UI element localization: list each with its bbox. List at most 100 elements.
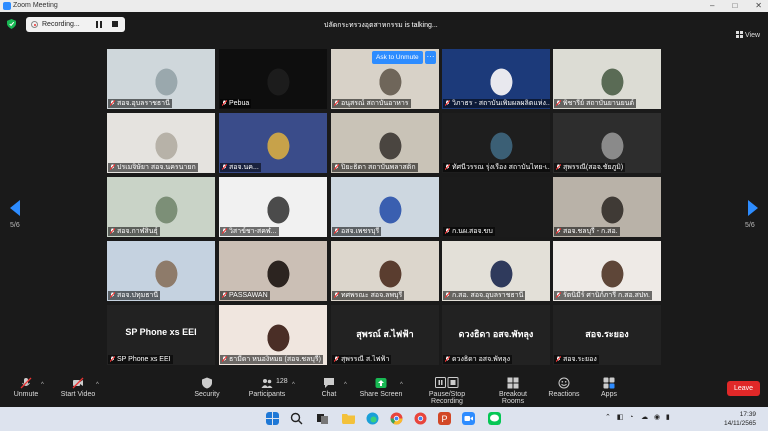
task-view-icon[interactable]	[316, 412, 329, 425]
participant-tile[interactable]: สุพรณ์ ส.ไฟฟ้าสุพรรณี ส.ไฟฟ้า	[331, 305, 439, 365]
previous-page-arrow-icon[interactable]	[10, 200, 20, 216]
participant-tile[interactable]: ก.สอ. สอจ.อุบลราชธานี	[442, 241, 550, 301]
system-tray[interactable]: ⌃ ◧ ◔ ☁ ◉ ▮	[605, 413, 670, 421]
breakout-rooms-button[interactable]: Breakout Rooms	[488, 374, 538, 407]
participant-tile[interactable]: สอจ.กาฬสินธุ์	[107, 177, 215, 237]
apps-icon	[603, 377, 615, 389]
tile-more-options-button[interactable]: ···	[425, 51, 436, 64]
search-icon[interactable]	[290, 412, 303, 425]
chrome-icon[interactable]	[390, 412, 403, 425]
muted-mic-icon	[556, 356, 561, 362]
share-screen-button[interactable]: Share Screen	[358, 374, 404, 407]
participant-tile[interactable]: ปิยะธิดา สถาบันพลาสติก	[331, 113, 439, 173]
muted-mic-icon	[110, 164, 115, 170]
participant-tile[interactable]: PASSAWAN	[219, 241, 327, 301]
participant-name: ทศพรณะ สอจ.ลพบุรี	[341, 292, 403, 299]
apps-label: Apps	[601, 391, 617, 398]
page-indicator-left: 5/6	[10, 222, 20, 229]
participant-name-tag: ปิยะธิดา สถาบันพลาสติก	[332, 163, 418, 172]
chrome-profile-icon[interactable]	[414, 412, 427, 425]
participant-tile[interactable]: ดวงธิดา อสจ.พัทลุง ดวงธิดา อสจ.พัทลุง	[442, 305, 550, 365]
share-chevron-icon[interactable]: ^	[400, 382, 403, 388]
participant-name: ดวงธิดา อสจ.พัทลุง	[452, 356, 511, 363]
chat-chevron-icon[interactable]: ^	[344, 382, 347, 388]
participant-tile[interactable]: สอจ.อุบลราชธานี	[107, 49, 215, 109]
ask-to-unmute-button[interactable]: Ask to Unmute	[372, 51, 423, 64]
participant-name-tag: อสจ.เพชรบุรี	[332, 227, 382, 236]
muted-mic-icon	[222, 100, 227, 106]
participant-tile[interactable]: สอจ.นค...	[219, 113, 327, 173]
start-video-button[interactable]: Start Video	[56, 374, 100, 407]
participant-name-tag: SP Phone xs EEI	[108, 355, 173, 364]
participant-tile[interactable]: ทัศนีวรรณ รุ่งเรือง สถาบันไทย-เ...	[442, 113, 550, 173]
participant-name: วิสาข์ชา-สคฬ...	[229, 228, 277, 235]
participant-name: ทัศนีวรรณ รุ่งเรือง สถาบันไทย-เ...	[452, 164, 550, 171]
participant-tile[interactable]: วิสาข์ชา-สคฬ...	[219, 177, 327, 237]
participant-name: PASSAWAN	[229, 292, 268, 299]
meeting-toolbar: Unmute ^ Start Video ^ Security Particip…	[0, 374, 768, 407]
muted-microphone-icon	[20, 377, 32, 389]
stop-recording-icon[interactable]	[112, 21, 118, 27]
participant-tile[interactable]: ก.นผ.สอจ.ขบ	[442, 177, 550, 237]
powerpoint-icon[interactable]: P	[438, 412, 451, 425]
view-button[interactable]: View	[736, 31, 760, 39]
muted-mic-icon	[556, 164, 561, 170]
minimize-button[interactable]: –	[710, 0, 714, 12]
muted-mic-icon	[556, 228, 561, 234]
next-page-arrow-icon[interactable]	[748, 200, 758, 216]
participant-tile[interactable]: SP Phone xs EEI SP Phone xs EEI	[107, 305, 215, 365]
svg-text:P: P	[442, 414, 448, 424]
participant-tile[interactable]: ธามีดา หนองิหมย (สอจ.ชลบุรี)	[219, 305, 327, 365]
unmute-button[interactable]: Unmute	[6, 374, 46, 407]
participant-tile[interactable]: สอจ.ปทุมธานี	[107, 241, 215, 301]
edge-browser-icon[interactable]	[366, 412, 379, 425]
participant-tile[interactable]: รัตนิมีร์ ศานิก์ภารี ก.สอ.สปท.	[553, 241, 661, 301]
participant-tile[interactable]: สุพรรณี(สอจ.ชัยภูมิ)	[553, 113, 661, 173]
participant-name: วิภาธร - สถาบันเพิ่มผลผลิตแห่ง...	[452, 100, 550, 107]
muted-mic-icon	[334, 228, 339, 234]
reactions-button[interactable]: Reactions	[548, 374, 580, 407]
security-button[interactable]: Security	[190, 374, 224, 407]
pause-recording-icon[interactable]	[96, 21, 102, 28]
participant-name-tag: ปรเมจิษัยา สอจ.นครนายก	[108, 163, 198, 172]
participant-name-tag: อนุสรณ์ สถาบันอาหาร	[332, 99, 411, 108]
taskbar-clock[interactable]: 17:39 14/11/2565	[724, 410, 756, 428]
zoom-taskbar-icon[interactable]	[462, 412, 475, 425]
participant-tile[interactable]: ทศพรณะ สอจ.ลพบุรี	[331, 241, 439, 301]
maximize-button[interactable]: □	[732, 0, 737, 12]
participant-display-name: สุพรณ์ ส.ไฟฟ้า	[356, 329, 414, 339]
close-button[interactable]: ✕	[755, 0, 762, 12]
participant-name-tag: สอจ.กาฬสินธุ์	[108, 227, 160, 236]
video-options-chevron-icon[interactable]: ^	[96, 382, 99, 388]
participant-tile[interactable]: Pebua	[219, 49, 327, 109]
participant-tile[interactable]: อสจ.เพชรบุรี	[331, 177, 439, 237]
line-app-icon[interactable]	[488, 412, 501, 425]
recording-label: Recording...	[42, 21, 80, 28]
participant-tile[interactable]: วิภาธร - สถาบันเพิ่มผลผลิตแห่ง...	[442, 49, 550, 109]
encryption-shield-icon[interactable]	[7, 19, 16, 29]
breakout-rooms-icon	[507, 377, 519, 389]
windows-start-icon[interactable]	[266, 412, 279, 425]
participants-count: 128	[276, 378, 288, 385]
participant-name-tag: วิสาข์ชา-สคฬ...	[220, 227, 279, 236]
window-titlebar: Zoom Meeting – □ ✕	[0, 0, 768, 12]
participant-tile[interactable]: พิชารีย์ สถาบันยานยนต์	[553, 49, 661, 109]
apps-button[interactable]: Apps	[596, 374, 622, 407]
leave-button[interactable]: Leave	[727, 381, 760, 396]
pause-stop-recording-button[interactable]: Pause/Stop Recording	[414, 374, 480, 407]
chat-button[interactable]: Chat	[316, 374, 342, 407]
participant-tile[interactable]: สอจ.ชลบุรี - ก.สอ.	[553, 177, 661, 237]
participants-chevron-icon[interactable]: ^	[292, 382, 295, 388]
muted-mic-icon	[445, 292, 450, 298]
audio-options-chevron-icon[interactable]: ^	[41, 382, 44, 388]
participant-name-tag: สอจ.ระยอง	[554, 355, 599, 364]
participant-tile[interactable]: ปรเมจิษัยา สอจ.นครนายก	[107, 113, 215, 173]
file-explorer-icon[interactable]	[342, 412, 355, 425]
participant-tile[interactable]: สอจ.ระยอง สอจ.ระยอง	[553, 305, 661, 365]
participant-name: สอจ.ปทุมธานี	[117, 292, 159, 299]
muted-mic-icon	[110, 292, 115, 298]
muted-mic-icon	[222, 164, 227, 170]
window-title: Zoom Meeting	[13, 2, 58, 9]
clock-time: 17:39	[739, 411, 757, 418]
participant-name-tag: สุพรรณี ส.ไฟฟ้า	[332, 355, 392, 364]
